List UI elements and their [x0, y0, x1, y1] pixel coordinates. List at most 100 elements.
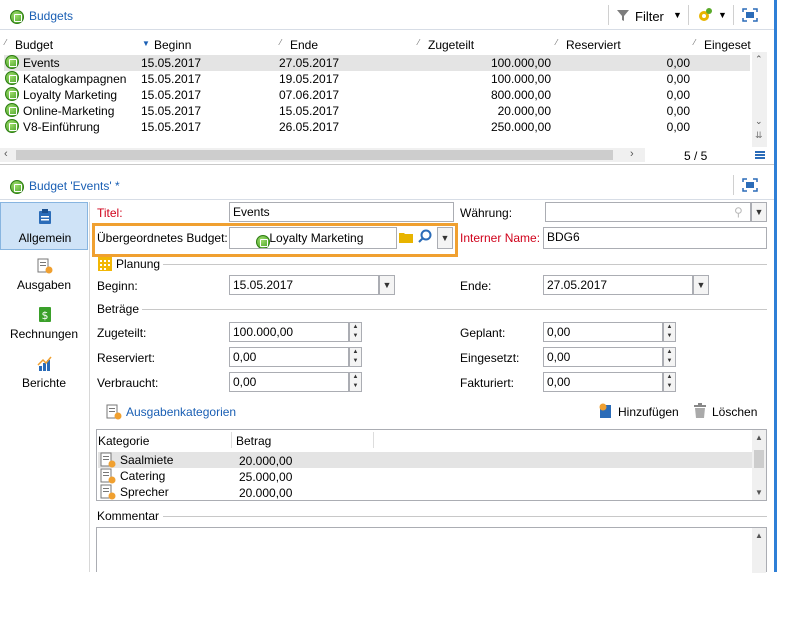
budgets-header: Budgets Filter ▼ ▼	[0, 0, 774, 30]
scroll-thumb[interactable]	[16, 150, 613, 160]
parent-budget-input[interactable]: Loyalty Marketing	[229, 227, 397, 249]
divider	[733, 5, 734, 25]
reserviert-stepper[interactable]: ▲ ▼	[349, 347, 362, 367]
scroll-up-icon[interactable]: ⌃	[755, 54, 763, 65]
scroll-left-icon[interactable]: ‹	[4, 148, 8, 160]
budget-icon	[5, 55, 19, 69]
internal-name-input[interactable]: BDG6	[543, 227, 767, 249]
list-vertical-scrollbar[interactable]: ⌃ ⌄ ⇊	[752, 52, 767, 147]
filter-dropdown-icon[interactable]: ▼	[673, 10, 682, 20]
list-item[interactable]: Sprecher 20.000,00	[98, 484, 752, 500]
window-edge	[774, 0, 777, 572]
budget-icon	[10, 179, 24, 194]
table-row[interactable]: Katalogkampagnen 15.05.2017 19.05.2017 1…	[4, 71, 750, 87]
verbraucht-input[interactable]: 0,00	[229, 372, 349, 392]
reserviert-input[interactable]: 0,00	[229, 347, 349, 367]
eingesetzt-input[interactable]: 0,00	[543, 347, 663, 367]
filter-icon[interactable]	[616, 8, 630, 22]
ende-date-input[interactable]: 27.05.2017	[543, 275, 693, 295]
delete-button[interactable]: Löschen	[712, 405, 757, 419]
ende-label: Ende:	[460, 279, 492, 293]
zugeteilt-stepper[interactable]: ▲ ▼	[349, 322, 362, 342]
parent-budget-label: Übergeordnetes Budget:	[97, 231, 228, 245]
list-item[interactable]: Catering 25.000,00	[98, 468, 752, 484]
fakturiert-input[interactable]: 0,00	[543, 372, 663, 392]
col-kategorie[interactable]: Kategorie	[98, 434, 149, 448]
divider	[140, 309, 767, 310]
nav-allgemein[interactable]: Allgemein	[0, 202, 88, 250]
settings-dropdown-icon[interactable]: ▼	[718, 10, 727, 20]
scroll-down-icon[interactable]: ⌄	[755, 116, 763, 127]
divider	[160, 264, 767, 265]
trash-icon[interactable]	[693, 403, 707, 419]
list-horizontal-scrollbar[interactable]: ‹ ›	[0, 148, 645, 162]
expenses-icon	[106, 404, 122, 420]
ende-dropdown[interactable]: ▼	[693, 275, 709, 295]
parent-budget-dropdown[interactable]: ▼	[437, 227, 453, 249]
col-reserviert[interactable]: Reserviert	[566, 38, 621, 52]
divider	[163, 516, 767, 517]
folder-icon[interactable]	[399, 231, 413, 243]
kommentar-textarea[interactable]: ▲	[96, 527, 767, 573]
col-beginn[interactable]: Beginn	[154, 38, 191, 52]
scroll-up-icon[interactable]: ▲	[755, 531, 763, 540]
internal-name-label: Interner Name:	[460, 231, 541, 245]
zugeteilt-input[interactable]: 100.000,00	[229, 322, 349, 342]
waehrung-label: Währung:	[460, 206, 513, 220]
search-icon[interactable]	[418, 229, 433, 244]
col-zugeteilt[interactable]: Zugeteilt	[428, 38, 474, 52]
scroll-down-icon[interactable]: ▼	[755, 488, 763, 497]
chevron-down-icon: ▼	[754, 207, 764, 217]
col-betrag[interactable]: Betrag	[236, 434, 271, 448]
titel-input[interactable]: Events	[229, 202, 454, 222]
nav-rechnungen[interactable]: $ Rechnungen	[0, 302, 88, 350]
scroll-up-icon[interactable]: ▲	[755, 433, 763, 442]
expenses-icon	[37, 258, 53, 274]
detail-title: Budget 'Events' *	[29, 179, 120, 193]
geplant-stepper[interactable]: ▲ ▼	[663, 322, 676, 342]
clipboard-icon	[38, 209, 52, 225]
eingesetzt-stepper[interactable]: ▲ ▼	[663, 347, 676, 367]
kommentar-section-label: Kommentar	[97, 509, 163, 523]
add-button[interactable]: Hinzufügen	[618, 405, 679, 419]
col-budget[interactable]: Budget	[15, 38, 53, 52]
filter-button[interactable]: Filter	[635, 9, 664, 24]
beginn-dropdown[interactable]: ▼	[379, 275, 395, 295]
sort-desc-icon: ▼	[142, 39, 150, 48]
waehrung-dropdown[interactable]: ▼	[751, 202, 767, 222]
maximize-icon[interactable]	[742, 178, 758, 192]
col-ende[interactable]: Ende	[290, 38, 318, 52]
svg-text:$: $	[42, 309, 49, 322]
kommentar-scrollbar[interactable]: ▲	[752, 528, 766, 573]
table-row[interactable]: Loyalty Marketing 15.05.2017 07.06.2017 …	[4, 87, 750, 103]
scroll-thumb[interactable]	[754, 450, 764, 468]
zugeteilt-label: Zugeteilt:	[97, 326, 147, 340]
scroll-right-icon[interactable]: ›	[630, 148, 634, 160]
geplant-input[interactable]: 0,00	[543, 322, 663, 342]
scroll-end-icon[interactable]: ⇊	[755, 130, 763, 141]
verbraucht-stepper[interactable]: ▲ ▼	[349, 372, 362, 392]
nav-berichte[interactable]: Berichte	[0, 352, 88, 398]
category-icon	[100, 468, 116, 484]
table-row[interactable]: Online-Marketing 15.05.2017 15.05.2017 2…	[4, 103, 750, 119]
titel-label: Titel:	[97, 206, 123, 220]
detail-header: Budget 'Events' *	[0, 170, 774, 200]
col-eingesetzt[interactable]: Eingeset	[704, 38, 751, 52]
add-icon[interactable]	[598, 403, 614, 419]
divider	[0, 164, 774, 165]
settings-gear-icon[interactable]	[697, 7, 713, 23]
waehrung-input[interactable]	[545, 202, 751, 222]
divider	[733, 175, 734, 195]
nav-ausgaben[interactable]: Ausgaben	[0, 254, 88, 300]
table-row[interactable]: Events 15.05.2017 27.05.2017 100.000,00 …	[4, 55, 750, 71]
categories-scrollbar[interactable]: ▲ ▼	[752, 430, 766, 500]
columns-icon[interactable]	[754, 149, 766, 161]
maximize-icon[interactable]	[742, 8, 758, 22]
search-icon[interactable]: ⚲	[734, 205, 743, 219]
list-item[interactable]: Saalmiete 20.000,00	[98, 452, 752, 468]
divider	[373, 432, 374, 448]
table-row[interactable]: V8-Einführung 15.05.2017 26.05.2017 250.…	[4, 119, 750, 135]
beginn-date-input[interactable]: 15.05.2017	[229, 275, 379, 295]
eingesetzt-label: Eingesetzt:	[460, 351, 520, 365]
fakturiert-stepper[interactable]: ▲ ▼	[663, 372, 676, 392]
